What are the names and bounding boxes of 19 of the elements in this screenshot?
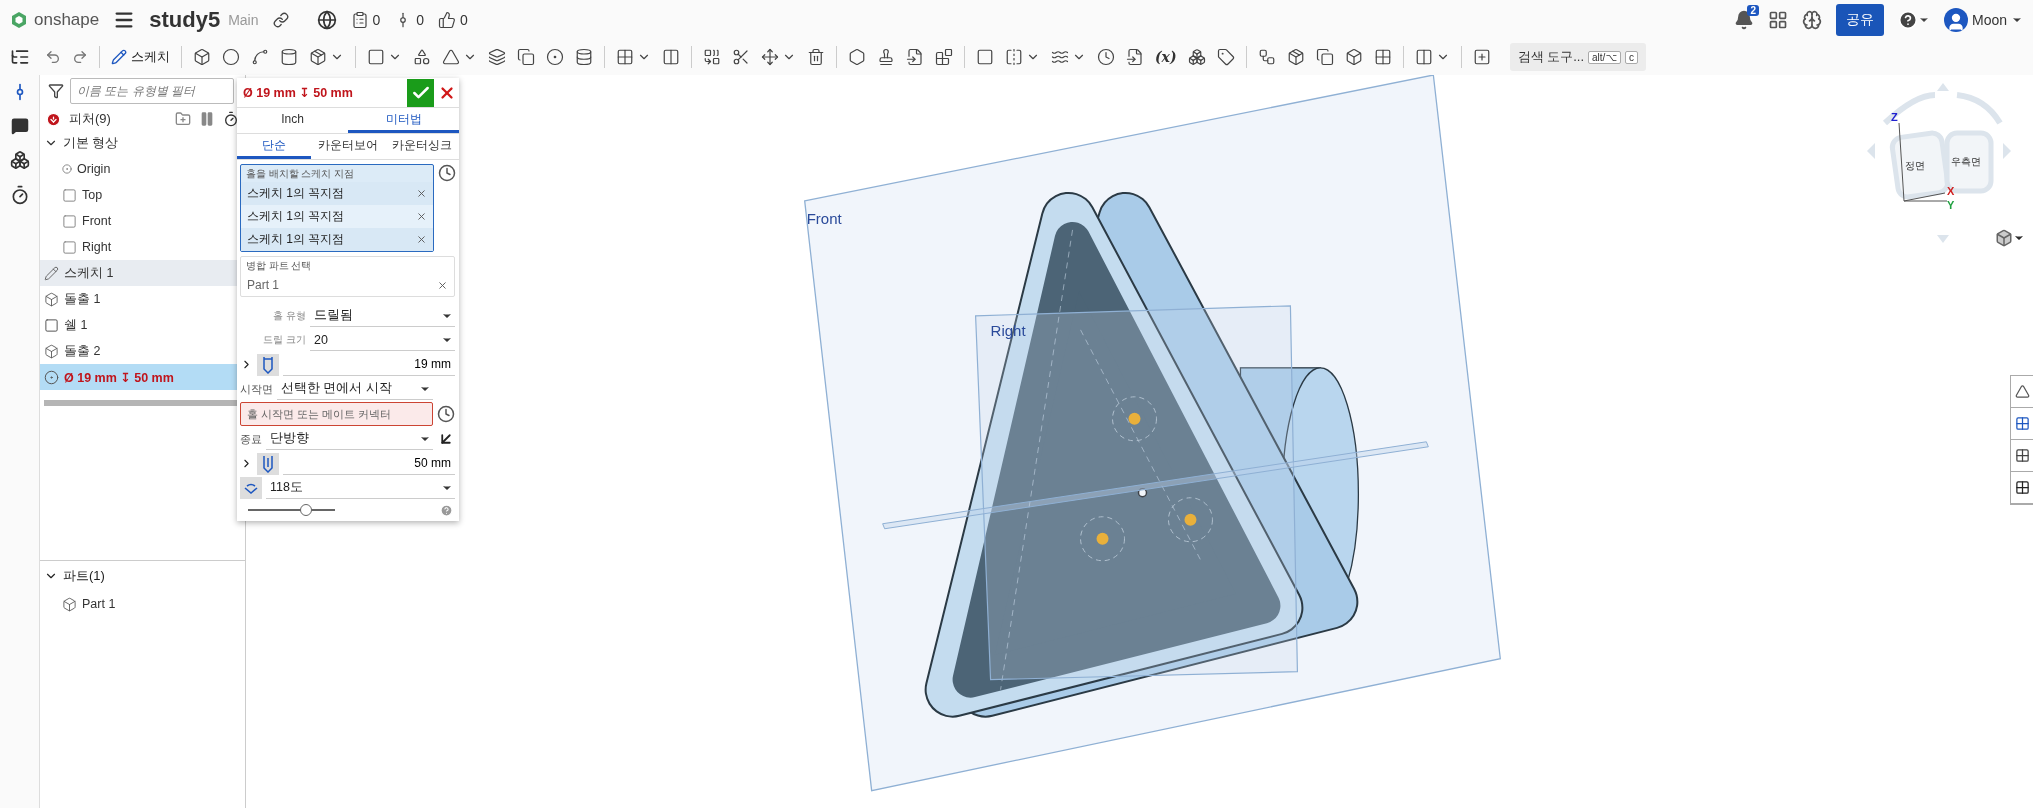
box-label: 홀을 배치할 스케치 지점 <box>245 167 355 181</box>
box-label: 병합 파트 선택 <box>245 259 313 273</box>
axis-label: Z <box>1891 111 1898 123</box>
dialog-title: Ø 19 mm ↧ 50 mm <box>242 85 354 100</box>
logo-text: onshape <box>34 9 100 30</box>
count-label: 0 <box>372 11 381 28</box>
count-label: 0 <box>460 11 468 28</box>
document-title: study5 <box>149 6 221 33</box>
plane-label: Front <box>806 209 842 227</box>
notification-badge: 2 <box>1747 4 1759 16</box>
count-label: 0 <box>416 11 425 28</box>
branch-label: Main <box>228 11 259 28</box>
parts-title: 파트(1) <box>63 567 105 585</box>
field-label: 드릴 크기 <box>262 333 306 347</box>
features-title: 피처(9) <box>69 110 112 128</box>
field-label: 종료 <box>240 431 262 447</box>
axis-label: X <box>1947 185 1955 197</box>
axis-label: Y <box>1947 199 1955 211</box>
field-label: 홀 유형 <box>272 309 306 323</box>
